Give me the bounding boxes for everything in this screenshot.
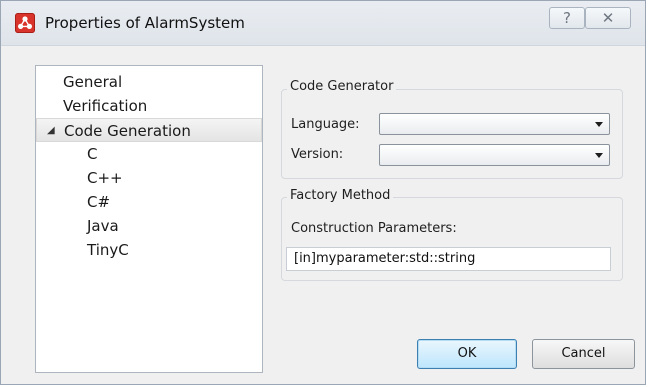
chevron-down-icon xyxy=(595,122,603,127)
tree-item-c[interactable]: C xyxy=(87,142,97,166)
tree-item-label: C++ xyxy=(87,169,123,187)
cancel-button[interactable]: Cancel xyxy=(532,339,635,369)
app-logo-icon xyxy=(15,13,35,33)
close-icon: ✕ xyxy=(601,9,615,27)
expander-triangle-icon[interactable]: ◢ xyxy=(47,119,55,143)
code-generator-group-title: Code Generator xyxy=(287,79,397,94)
properties-dialog: Properties of AlarmSystem ? ✕ General Ve… xyxy=(0,0,646,385)
version-label: Version: xyxy=(291,147,344,162)
tree-item-csharp[interactable]: C# xyxy=(87,190,110,214)
tree-item-java[interactable]: Java xyxy=(87,214,119,238)
window-title: Properties of AlarmSystem xyxy=(45,14,245,32)
factory-method-group-title: Factory Method xyxy=(287,188,394,203)
help-icon: ? xyxy=(563,9,571,27)
ok-button[interactable]: OK xyxy=(417,339,517,369)
language-dropdown[interactable] xyxy=(379,113,610,135)
category-tree[interactable]: General Verification ◢ Code Generation C… xyxy=(35,65,263,373)
tree-item-label: C# xyxy=(87,193,111,211)
tree-item-general[interactable]: General xyxy=(63,70,122,94)
chevron-down-icon xyxy=(595,153,603,158)
help-button[interactable]: ? xyxy=(549,7,585,29)
tree-item-cpp[interactable]: C++ xyxy=(87,166,123,190)
tree-item-code-generation[interactable]: ◢ Code Generation xyxy=(36,118,262,142)
tree-item-verification[interactable]: Verification xyxy=(63,94,147,118)
construction-parameters-input[interactable]: [in]myparameter:std::string xyxy=(286,247,611,271)
version-dropdown[interactable] xyxy=(379,144,610,166)
tree-item-label: C xyxy=(87,145,98,163)
tree-item-label: Code Generation xyxy=(64,122,191,140)
tree-item-label: Java xyxy=(87,217,119,235)
tree-item-label: General xyxy=(63,73,123,91)
language-label: Language: xyxy=(291,117,360,132)
tree-item-label: TinyC xyxy=(87,241,129,259)
title-bar[interactable]: Properties of AlarmSystem ? ✕ xyxy=(1,1,645,46)
tree-item-tinyc[interactable]: TinyC xyxy=(87,238,129,262)
construction-parameters-label: Construction Parameters: xyxy=(291,221,457,236)
tree-item-label: Verification xyxy=(63,97,148,115)
close-button[interactable]: ✕ xyxy=(585,7,631,29)
